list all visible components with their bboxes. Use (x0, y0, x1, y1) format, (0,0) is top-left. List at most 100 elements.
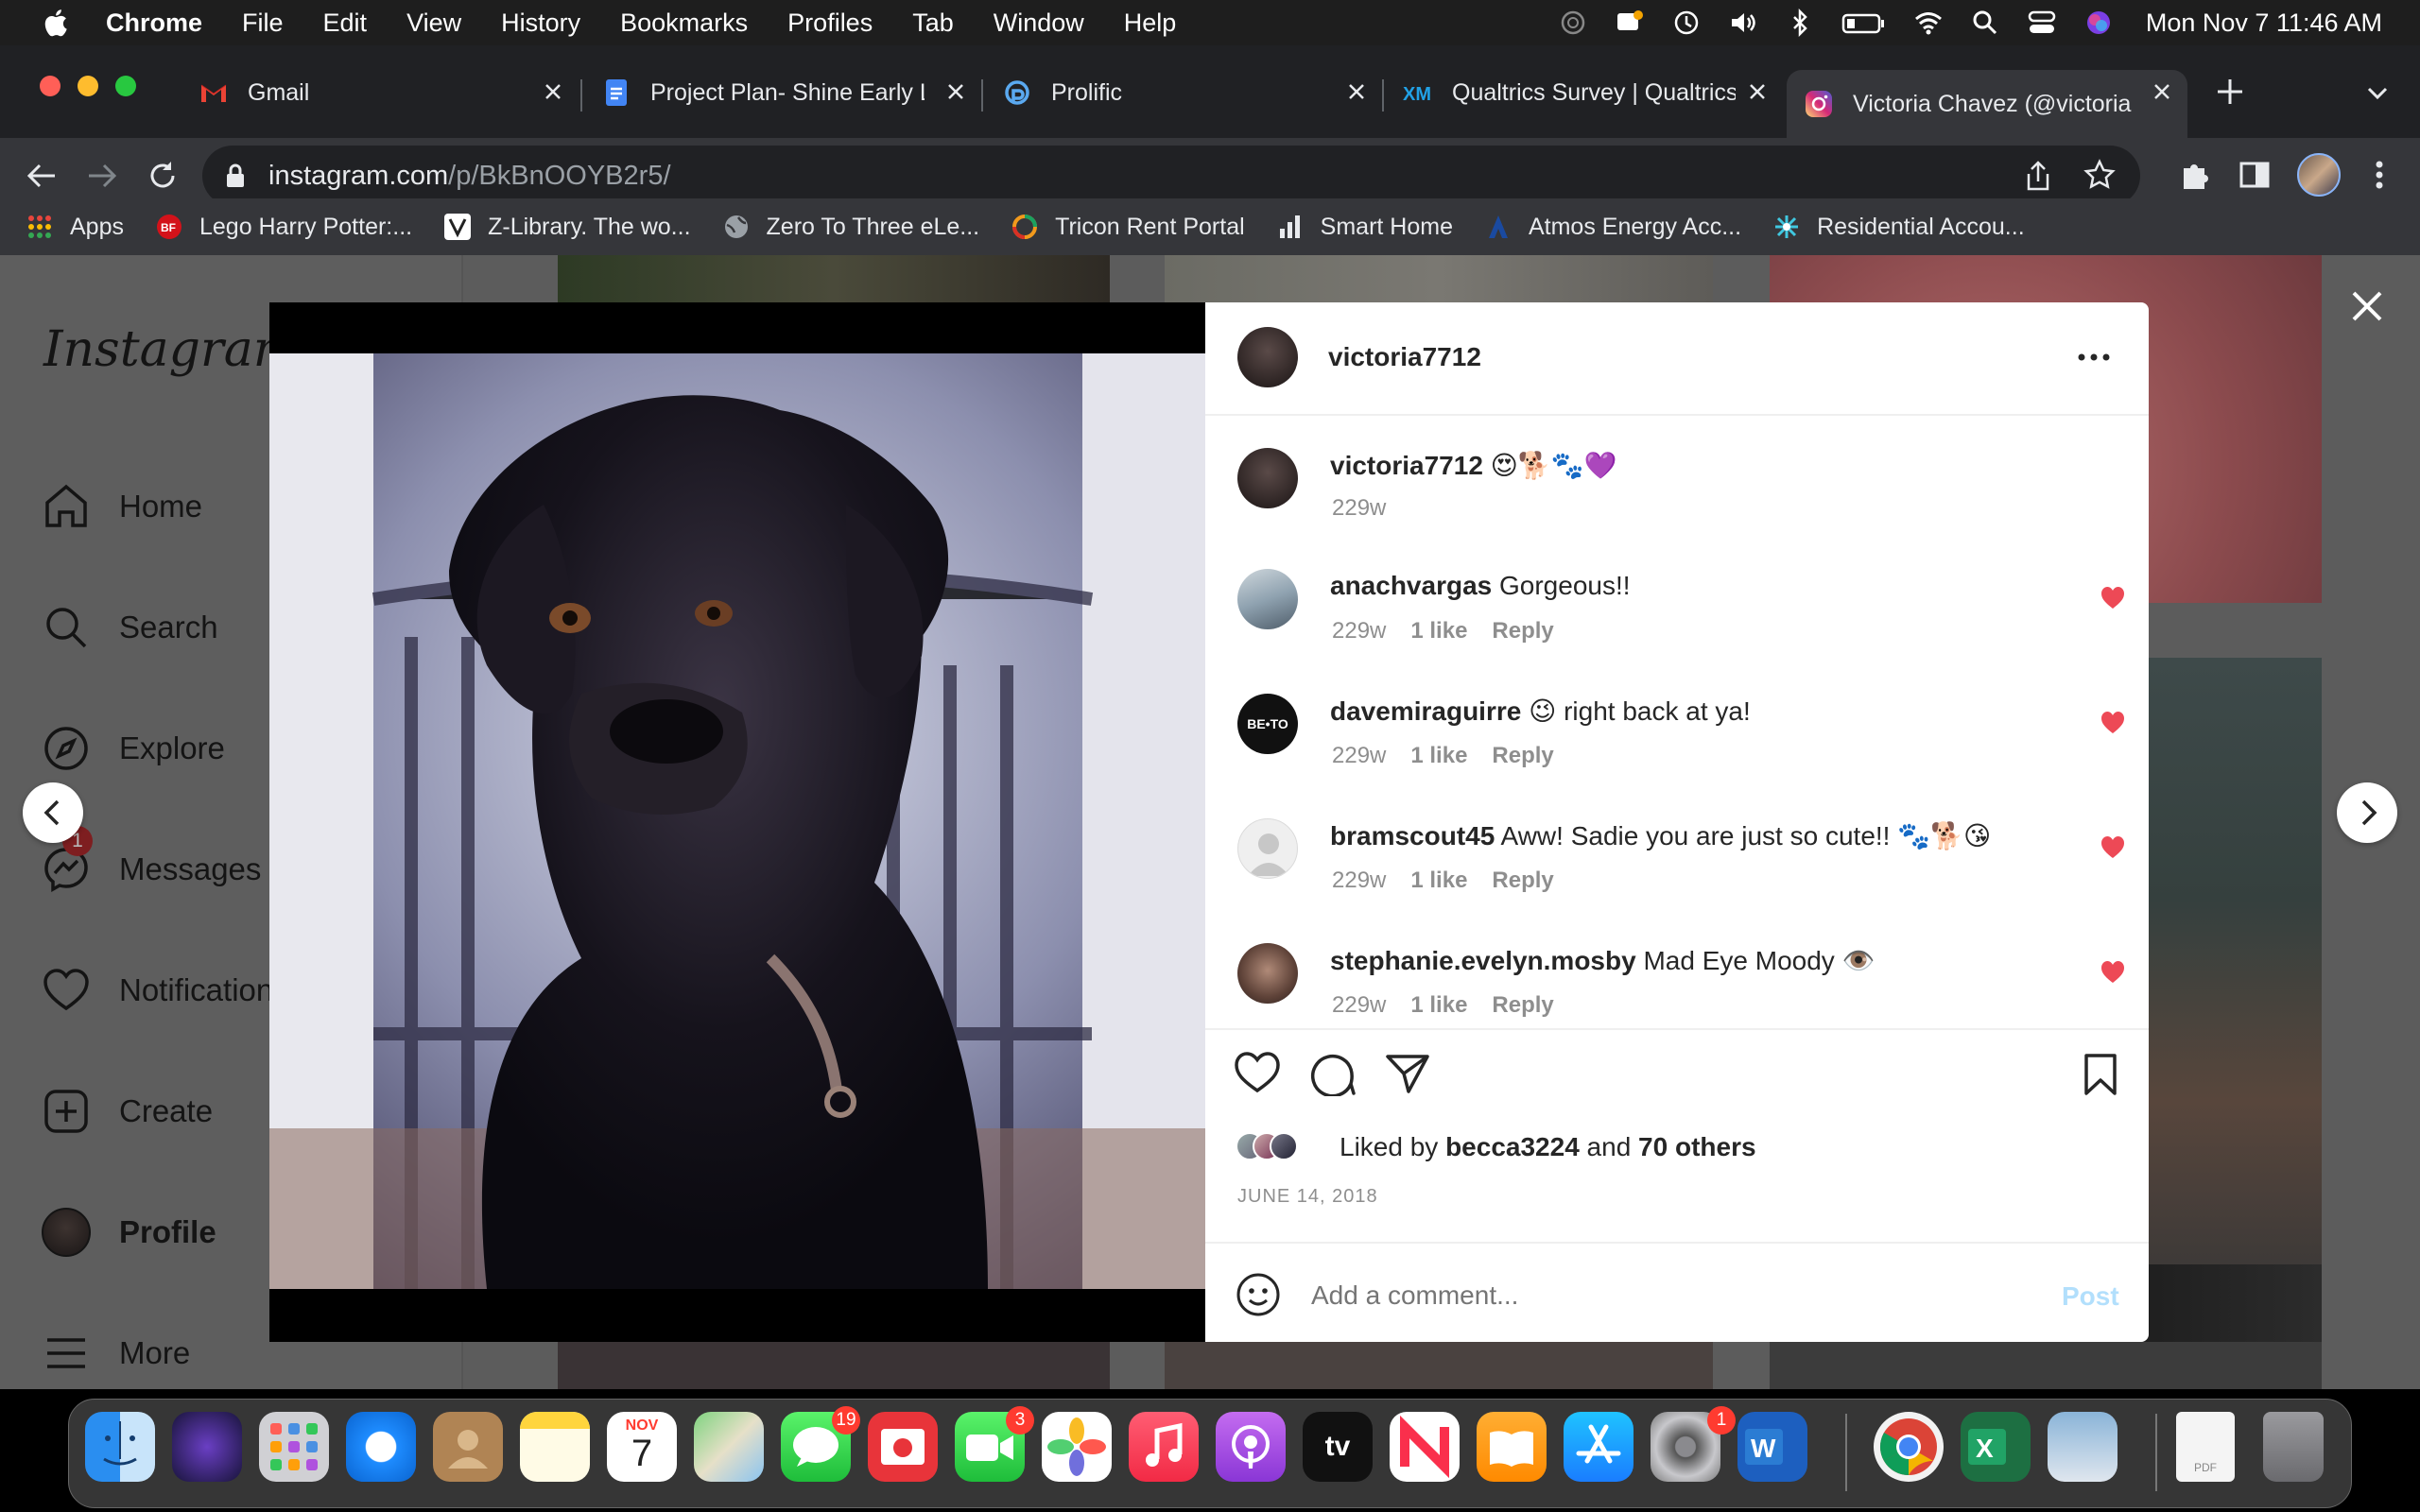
comment-age[interactable]: 229w (1332, 992, 1386, 1019)
time-machine-icon[interactable] (1671, 8, 1702, 38)
comment-username[interactable]: anachvargas (1330, 571, 1492, 600)
comment-bubble-icon[interactable] (1309, 1051, 1357, 1096)
comment-likes[interactable]: 1 like (1410, 618, 1467, 644)
close-tab-icon[interactable] (2150, 79, 2174, 104)
safari-icon[interactable] (346, 1412, 416, 1482)
close-tab-icon[interactable] (541, 79, 565, 104)
post-comment-button[interactable]: Post (2062, 1281, 2119, 1312)
grid-thumbnail[interactable] (1165, 1342, 1713, 1389)
liked-heart-icon[interactable] (2100, 586, 2125, 610)
close-modal-icon[interactable] (2350, 289, 2384, 323)
bookmark-apps[interactable]: Apps (26, 214, 124, 241)
nav-home[interactable]: Home (42, 482, 202, 531)
news-icon[interactable] (1390, 1412, 1460, 1482)
launchpad-icon[interactable] (259, 1412, 329, 1482)
photo-booth-icon[interactable] (868, 1412, 938, 1482)
instagram-logo[interactable]: Instagram (43, 321, 300, 378)
bookmark-lego-harry-potter[interactable]: BF Lego Harry Potter:... (156, 214, 412, 241)
nav-search[interactable]: Search (42, 603, 218, 652)
window-maximize-button[interactable] (115, 76, 136, 96)
liked-heart-icon[interactable] (2100, 711, 2125, 735)
comment-username[interactable]: stephanie.evelyn.mosby (1330, 946, 1636, 975)
extensions-puzzle-icon[interactable] (2176, 157, 2212, 193)
window-close-button[interactable] (40, 76, 60, 96)
menu-help[interactable]: Help (1124, 9, 1177, 38)
nav-messages[interactable]: Messages 1 (42, 826, 261, 894)
comment-likes[interactable]: 1 like (1410, 743, 1467, 768)
reply-button[interactable]: Reply (1492, 743, 1553, 768)
menubar-clock[interactable]: Mon Nov 7 11:46 AM (2146, 9, 2382, 38)
reload-icon[interactable] (146, 159, 180, 193)
comment-likes[interactable]: 1 like (1410, 992, 1467, 1018)
author-username[interactable]: victoria7712 (1328, 342, 1481, 372)
bookmark-tricon[interactable]: Tricon Rent Portal (1011, 214, 1245, 241)
comment-likes[interactable]: 1 like (1410, 868, 1467, 893)
caption-age[interactable]: 229w (1332, 495, 1386, 522)
commenter-avatar[interactable] (1237, 569, 1298, 629)
photos-icon[interactable] (1042, 1412, 1112, 1482)
reply-button[interactable]: Reply (1492, 618, 1553, 644)
back-arrow-icon[interactable] (25, 161, 59, 191)
author-avatar[interactable] (1237, 327, 1298, 387)
menu-profiles[interactable]: Profiles (787, 9, 873, 38)
bookmark-star-icon[interactable] (2083, 159, 2116, 191)
lock-icon[interactable] (225, 163, 246, 188)
caption-avatar[interactable] (1237, 448, 1298, 508)
tab-prolific[interactable]: Prolific (985, 70, 1382, 115)
comment-age[interactable]: 229w (1332, 743, 1386, 769)
side-panel-icon[interactable] (2238, 159, 2271, 191)
close-tab-icon[interactable] (1745, 79, 1770, 104)
address-bar[interactable]: instagram.com/p/BkBnOOYB2r5/ (202, 146, 2140, 206)
apple-icon[interactable] (42, 7, 68, 39)
tab-search-chevron-icon[interactable] (2363, 81, 2392, 104)
menu-tab[interactable]: Tab (912, 9, 954, 38)
post-photo-dog[interactable] (269, 353, 1205, 1289)
comment-age[interactable]: 229w (1332, 868, 1386, 894)
finder-icon[interactable] (85, 1412, 155, 1482)
trash-icon[interactable] (2263, 1412, 2324, 1482)
profile-avatar[interactable] (2297, 153, 2341, 197)
nav-profile[interactable]: Profile (42, 1208, 216, 1257)
nav-explore[interactable]: Explore (42, 724, 225, 773)
notes-icon[interactable] (520, 1412, 590, 1482)
siri-dock-icon[interactable] (172, 1412, 242, 1482)
bluetooth-icon[interactable] (1785, 8, 1815, 38)
like-heart-icon[interactable] (1234, 1051, 1281, 1094)
grid-thumbnail[interactable] (1770, 1342, 2322, 1389)
calendar-icon[interactable]: NOV 7 (607, 1412, 677, 1482)
maps-icon[interactable] (694, 1412, 764, 1482)
nav-notifications[interactable]: Notifications (42, 966, 289, 1015)
notification-bell-icon[interactable] (1615, 8, 1645, 38)
post-date[interactable]: JUNE 14, 2018 (1237, 1186, 1378, 1208)
tab-project-plan[interactable]: Project Plan- Shine Early L (584, 70, 981, 115)
books-icon[interactable] (1477, 1412, 1547, 1482)
bookmark-atmos-energy[interactable]: Atmos Energy Acc... (1485, 214, 1741, 241)
contacts-icon[interactable] (433, 1412, 503, 1482)
menu-chrome[interactable]: Chrome (106, 9, 202, 38)
word-icon[interactable]: W (1737, 1412, 1807, 1482)
caption-username[interactable]: victoria7712 (1330, 451, 1483, 480)
share-icon[interactable] (2023, 159, 2053, 193)
comment-username[interactable]: bramscout45 (1330, 821, 1495, 850)
tab-instagram-active[interactable]: Victoria Chavez (@victoria (1787, 70, 2187, 138)
podcasts-icon[interactable] (1216, 1412, 1286, 1482)
commenter-avatar[interactable]: BE•TO (1237, 694, 1298, 754)
liked-by-user[interactable]: becca3224 (1445, 1132, 1580, 1161)
more-options-icon[interactable] (2077, 352, 2111, 363)
tab-qualtrics[interactable]: XM Qualtrics Survey | Qualtrics (1386, 70, 1783, 115)
new-tab-icon[interactable] (2214, 76, 2246, 108)
close-tab-icon[interactable] (943, 79, 968, 104)
bookmark-zlibrary[interactable]: Z-Library. The wo... (444, 214, 691, 241)
liked-heart-icon[interactable] (2100, 960, 2125, 985)
menu-file[interactable]: File (242, 9, 284, 38)
previous-post-button[interactable] (23, 782, 83, 843)
battery-icon[interactable] (1841, 8, 1887, 38)
forward-arrow-icon[interactable] (85, 161, 119, 191)
close-tab-icon[interactable] (1344, 79, 1369, 104)
volume-icon[interactable] (1728, 8, 1758, 38)
spotlight-search-icon[interactable] (1970, 8, 2000, 38)
chrome-menu-icon[interactable] (2365, 157, 2394, 193)
music-icon[interactable] (1129, 1412, 1199, 1482)
emoji-smiley-icon[interactable] (1236, 1272, 1281, 1317)
excel-icon[interactable]: X (1961, 1412, 2031, 1482)
